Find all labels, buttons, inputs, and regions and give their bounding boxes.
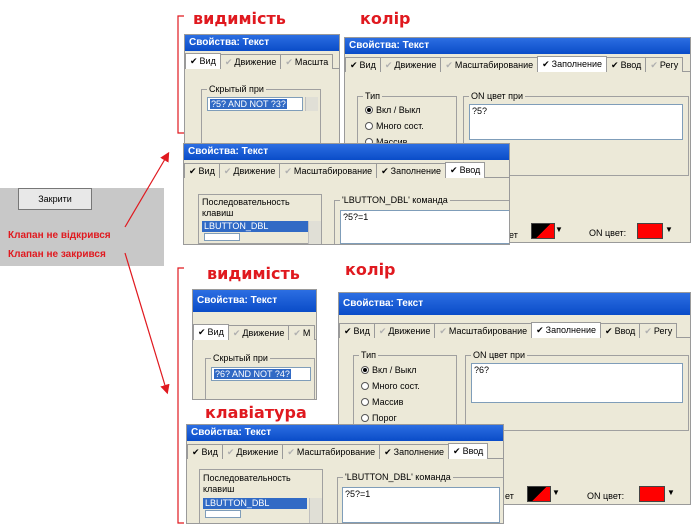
on-color-field-label: ON цвет: [587, 491, 625, 501]
tab-dvizhenie[interactable]: ✔ Движение [219, 54, 282, 69]
command-label: 'LBUTTON_DBL' команда [343, 472, 453, 482]
tab-vid[interactable]: ✔ Вид [185, 53, 221, 69]
sequence-label-1: Последовательность [202, 197, 290, 207]
tab-zapolnenie[interactable]: ✔ Заполнение [537, 56, 608, 72]
tab-masshtab[interactable]: ✔ Масштабирование [282, 444, 381, 459]
on-color-field-label: ON цвет: [589, 228, 627, 238]
chevron-down-icon[interactable]: ▼ [667, 488, 675, 497]
color-annotation-2: колір [345, 260, 396, 279]
keyboard-dialog-2: Свойства: Текст ✔ Вид ✔ Движение ✔ Масштабиро… [186, 424, 504, 524]
on-color-label: ON цвет при [471, 350, 528, 360]
tab-vid[interactable]: ✔ Вид [339, 323, 375, 338]
command-label: 'LBUTTON_DBL' команда [340, 195, 450, 205]
tab-vvod[interactable]: ✔ Ввод [448, 443, 489, 459]
hidden-label: Скрытый при [207, 84, 266, 94]
tab-dvizhenie[interactable]: ✔ Движение [221, 444, 284, 459]
on-color-expression-field[interactable]: ?6? [471, 363, 683, 403]
tab-masshtab[interactable]: ✔ Масшта [280, 54, 334, 69]
off-color-swatch[interactable] [527, 486, 551, 502]
command-field[interactable]: ?5?=1 [340, 210, 509, 244]
chevron-down-icon[interactable]: ▼ [555, 225, 563, 234]
tab-masshtab[interactable]: ✔ Масштабирование [440, 57, 539, 72]
visibility-annotation-2: видимість [207, 264, 300, 283]
tab-bar: ✔ Вид ✔ Движение ✔ Масштабирование ✔ Заполнение… [339, 322, 690, 338]
tab-vvod[interactable]: ✔ Ввод [445, 162, 486, 178]
dialog-title: Свойства: Текст [339, 293, 690, 315]
tab-vid[interactable]: ✔ Вид [184, 163, 220, 178]
scrollbar[interactable] [305, 97, 318, 111]
list-item[interactable]: LBUTTON_DBL [203, 498, 307, 509]
dialog-title: Свойства: Текст [345, 38, 690, 54]
tab-zapolnenie[interactable]: ✔ Заполнение [379, 444, 450, 459]
tab-vvod[interactable]: ✔ Ввод [606, 57, 647, 72]
sequence-label-2: клавиш [203, 484, 235, 494]
off-color-label: ет [505, 491, 514, 501]
type-label: Тип [359, 350, 379, 360]
visibility-annotation-1: видимість [193, 9, 286, 28]
tab-regul[interactable]: ✔ Регу [645, 57, 684, 72]
tab-masshtab[interactable]: ✔ М [288, 325, 316, 340]
scrollbar[interactable] [308, 221, 321, 244]
radio-array[interactable]: Массив [361, 397, 403, 407]
tab-bar: ✔ Вид ✔ Движение ✔ Масштабирование ✔ Заполнение… [184, 162, 509, 178]
keyboard-dialog-1: Свойства: Текст ✔ Вид ✔ Движение ✔ Масштабиро… [183, 143, 510, 245]
sequence-label-1: Последовательность [203, 473, 291, 483]
tab-vvod[interactable]: ✔ Ввод [600, 323, 641, 338]
chevron-down-icon[interactable]: ▼ [665, 225, 673, 234]
tab-vid[interactable]: ✔ Вид [193, 324, 229, 340]
radio-multi-state[interactable]: Много сост. [365, 121, 424, 131]
dialog-title: Свойства: Текст [187, 425, 503, 441]
on-color-swatch[interactable] [639, 486, 665, 502]
sequence-label-2: клавиш [202, 208, 234, 218]
hidden-expression-field[interactable]: ?6? AND NOT ?4? [211, 367, 311, 381]
color-annotation-1: колір [360, 9, 411, 28]
list-item[interactable]: LBUTTON_DBL [202, 221, 308, 232]
tab-bar: ✔ Вид ✔ Движение ✔ Масшта [185, 53, 339, 69]
sequence-edit-field[interactable] [204, 233, 240, 241]
tab-masshtab[interactable]: ✔ Масштабирование [434, 323, 533, 338]
type-label: Тип [363, 91, 383, 101]
chevron-down-icon[interactable]: ▼ [552, 488, 560, 497]
tab-bar: ✔ Вид ✔ Движение ✔ Масштабирование ✔ Заполнение… [345, 56, 690, 72]
visibility-dialog-1: Свойства: Текст ✔ Вид ✔ Движение ✔ Масшта Скр… [184, 34, 340, 146]
tab-dvizhenie[interactable]: ✔ Движение [227, 325, 290, 340]
radio-on-off[interactable]: Вкл / Выкл [365, 105, 421, 115]
tab-zapolnenie[interactable]: ✔ Заполнение [531, 322, 602, 338]
radio-threshold[interactable]: Порог [361, 413, 397, 423]
keyboard-annotation-2: клавіатура [205, 403, 307, 422]
off-color-label: ет [509, 230, 518, 240]
hidden-expression-field[interactable]: ?5? AND NOT ?3? [207, 97, 303, 111]
scrollbar[interactable] [309, 498, 322, 523]
dialog-title: Свойства: Текст [184, 144, 509, 160]
tab-masshtab[interactable]: ✔ Масштабирование [279, 163, 378, 178]
on-color-expression-field[interactable]: ?5? [469, 104, 683, 140]
tab-dvizhenie[interactable]: ✔ Движение [379, 57, 442, 72]
on-color-label: ON цвет при [469, 91, 526, 101]
tab-regul[interactable]: ✔ Регу [639, 323, 678, 338]
dialog-title: Свойства: Текст [193, 290, 316, 312]
off-color-swatch[interactable] [531, 223, 555, 239]
tab-bar: ✔ Вид ✔ Движение ✔ М [193, 324, 316, 340]
radio-on-off[interactable]: Вкл / Выкл [361, 365, 417, 375]
sequence-edit-field[interactable] [205, 510, 241, 518]
tab-dvizhenie[interactable]: ✔ Движение [373, 323, 436, 338]
tab-vid[interactable]: ✔ Вид [345, 57, 381, 72]
dialog-title: Свойства: Текст [185, 35, 339, 51]
tab-vid[interactable]: ✔ Вид [187, 444, 223, 459]
tab-dvizhenie[interactable]: ✔ Движение [218, 163, 281, 178]
command-field[interactable]: ?5?=1 [342, 487, 500, 523]
tab-bar: ✔ Вид ✔ Движение ✔ Масштабирование ✔ Заполнение… [187, 443, 503, 459]
visibility-dialog-2: Свойства: Текст ✔Вид✔Движение✔М ?6? AND … [192, 289, 317, 400]
radio-multi-state[interactable]: Много сост. [361, 381, 420, 391]
on-color-swatch[interactable] [637, 223, 663, 239]
hidden-label: Скрытый при [211, 353, 270, 363]
tab-zapolnenie[interactable]: ✔ Заполнение [376, 163, 447, 178]
